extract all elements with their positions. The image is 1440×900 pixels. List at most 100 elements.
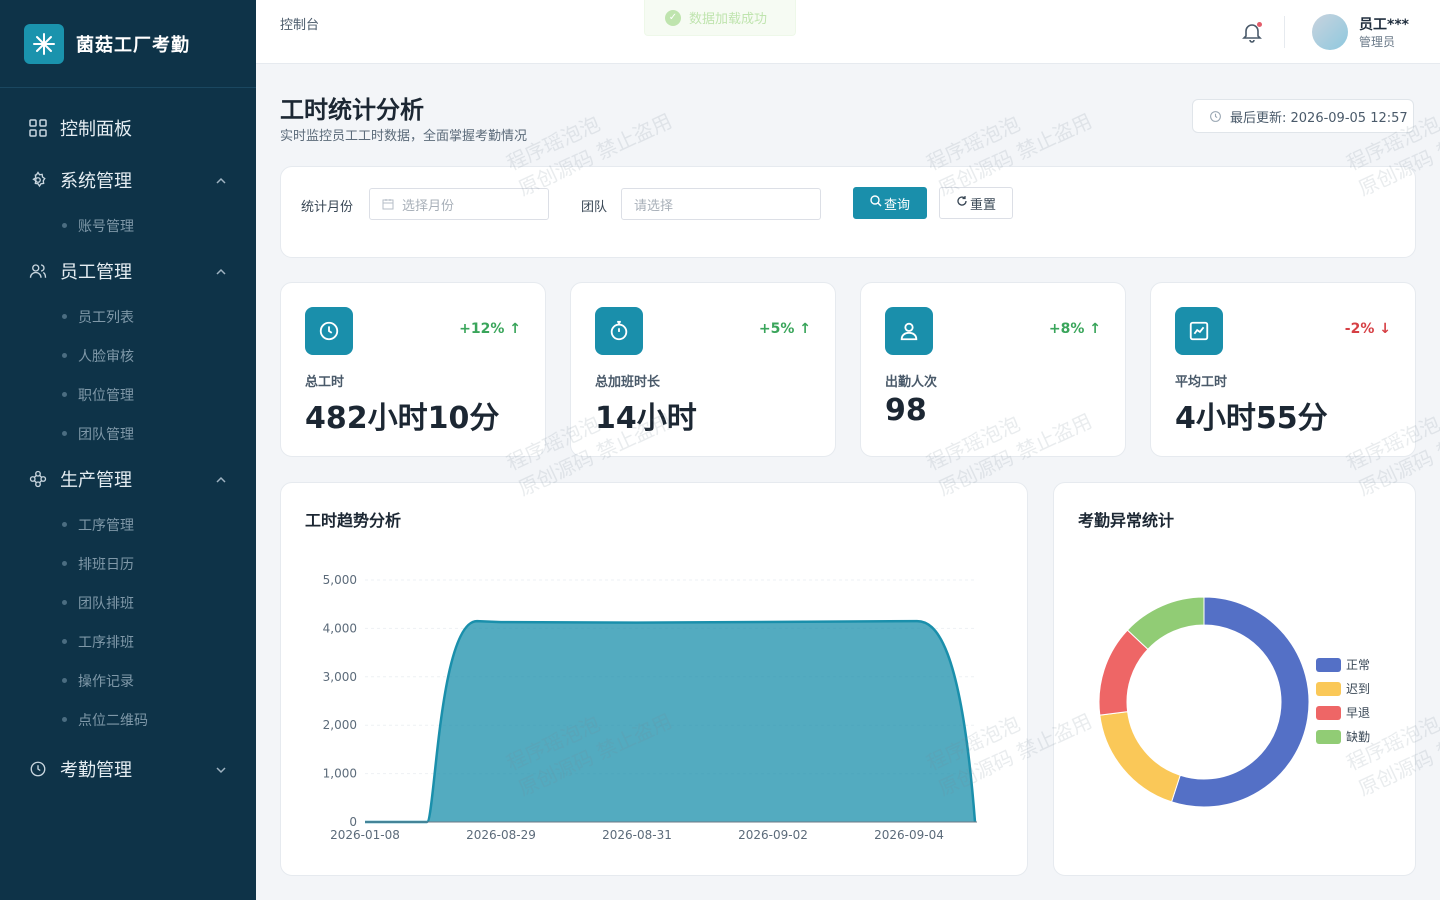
filter-panel: 统计月份 选择月份 团队 请选择 查询 重置 bbox=[280, 166, 1416, 258]
workflow-icon bbox=[28, 469, 48, 489]
sidebar-subitem-label: 工序排班 bbox=[78, 634, 134, 651]
bullet-icon bbox=[62, 600, 67, 605]
sidebar-subitem-accounts[interactable]: 账号管理 bbox=[0, 206, 256, 245]
brand-title: 菌菇工厂考勤 bbox=[76, 34, 190, 56]
sidebar-item-label: 考勤管理 bbox=[60, 760, 132, 781]
chevron-up-icon bbox=[214, 264, 228, 278]
stat-value: 14小时 bbox=[595, 401, 697, 436]
sidebar-subitem-schedule-calendar[interactable]: 排班日历 bbox=[0, 544, 256, 583]
snowflake-logo-icon bbox=[24, 23, 64, 64]
stat-trend-value: +12% bbox=[459, 321, 505, 337]
sidebar-subitem-label: 排班日历 bbox=[78, 556, 134, 573]
toast-message: 数据加载成功 bbox=[689, 12, 768, 27]
legend-label: 缺勤 bbox=[1346, 729, 1370, 744]
query-button[interactable]: 查询 bbox=[853, 187, 927, 219]
divider bbox=[1284, 16, 1285, 48]
sidebar-subitem-teams[interactable]: 团队管理 bbox=[0, 414, 256, 453]
person-icon bbox=[885, 307, 933, 355]
sidebar: 菌菇工厂考勤 控制面板 系统管理 账号管理 员工管理 员工列表 人脸审核 职位管… bbox=[0, 0, 256, 900]
refresh-icon bbox=[956, 195, 968, 211]
reset-button[interactable]: 重置 bbox=[939, 187, 1013, 219]
bullet-icon bbox=[62, 717, 67, 722]
sidebar-item-label: 系统管理 bbox=[60, 171, 132, 192]
sidebar-item-production[interactable]: 生产管理 bbox=[0, 453, 256, 505]
sidebar-subitem-process-schedule[interactable]: 工序排班 bbox=[0, 622, 256, 661]
y-tick-label: 4,000 bbox=[323, 621, 357, 635]
stopwatch-icon bbox=[595, 307, 643, 355]
x-tick-label: 2026-01-08 bbox=[330, 828, 400, 842]
stat-trend-value: +8% bbox=[1048, 321, 1085, 337]
pie-slice bbox=[1126, 596, 1205, 650]
sidebar-item-attendance[interactable]: 考勤管理 bbox=[0, 743, 256, 795]
clock-icon bbox=[28, 759, 48, 779]
query-button-label: 查询 bbox=[883, 197, 910, 213]
chevron-down-icon bbox=[214, 762, 228, 776]
stat-label: 总工时 bbox=[305, 375, 345, 390]
pie-slice bbox=[1099, 711, 1181, 803]
bullet-icon bbox=[62, 392, 67, 397]
chevron-up-icon bbox=[214, 472, 228, 486]
arrow-up-icon: ↑ bbox=[1089, 321, 1101, 337]
team-select[interactable]: 请选择 bbox=[621, 188, 821, 220]
sidebar-item-dashboard[interactable]: 控制面板 bbox=[0, 102, 256, 154]
y-tick-label: 5,000 bbox=[323, 573, 357, 587]
y-tick-label: 3,000 bbox=[323, 670, 357, 684]
breadcrumb[interactable]: 控制台 bbox=[280, 14, 319, 33]
month-picker[interactable]: 选择月份 bbox=[369, 188, 549, 220]
sidebar-subitem-employee-list[interactable]: 员工列表 bbox=[0, 297, 256, 336]
sidebar-subitem-label: 点位二维码 bbox=[78, 712, 148, 729]
arrow-up-icon: ↑ bbox=[509, 321, 521, 337]
legend-swatch bbox=[1316, 682, 1341, 696]
stat-card-average-hours: -2% ↓ 平均工时 4小时55分 bbox=[1150, 282, 1416, 457]
sidebar-subitem-label: 团队排班 bbox=[78, 595, 134, 612]
stat-trend-value: -2% bbox=[1344, 321, 1375, 337]
stat-label: 出勤人次 bbox=[885, 375, 938, 390]
bullet-icon bbox=[62, 353, 67, 358]
arrow-down-icon: ↓ bbox=[1379, 321, 1391, 337]
x-tick-label: 2026-09-02 bbox=[738, 828, 808, 842]
pie-slice bbox=[1170, 596, 1310, 808]
stat-card-total-hours: +12% ↑ 总工时 482小时10分 bbox=[280, 282, 546, 457]
month-label: 统计月份 bbox=[301, 200, 354, 215]
sidebar-subitem-processes[interactable]: 工序管理 bbox=[0, 505, 256, 544]
stat-value: 4小时55分 bbox=[1175, 401, 1328, 436]
sidebar-subitem-qrcode[interactable]: 点位二维码 bbox=[0, 700, 256, 739]
check-circle-icon: ✓ bbox=[665, 9, 681, 26]
notification-bell-icon[interactable] bbox=[1240, 20, 1264, 44]
stat-trend: +12% ↑ bbox=[459, 321, 521, 337]
legend-swatch bbox=[1316, 730, 1341, 744]
bullet-icon bbox=[62, 561, 67, 566]
sidebar-subitem-face-review[interactable]: 人脸审核 bbox=[0, 336, 256, 375]
bullet-icon bbox=[62, 639, 67, 644]
user-role: 管理员 bbox=[1359, 35, 1396, 49]
stat-trend: +5% ↑ bbox=[759, 321, 811, 337]
sidebar-menu: 控制面板 系统管理 账号管理 员工管理 员工列表 人脸审核 职位管理 团队管理 bbox=[0, 88, 256, 795]
work-hours-trend-panel: 工时趋势分析 5,000 4,000 3,000 2,000 1,000 0 2026-01… bbox=[280, 482, 1028, 876]
bullet-icon bbox=[62, 431, 67, 436]
sidebar-subitem-label: 职位管理 bbox=[78, 387, 134, 404]
success-toast: ✓ 数据加载成功 bbox=[644, 0, 796, 36]
avatar[interactable] bbox=[1312, 14, 1348, 50]
sidebar-subitem-team-schedule[interactable]: 团队排班 bbox=[0, 583, 256, 622]
sidebar-subitem-label: 团队管理 bbox=[78, 426, 134, 443]
clock-icon bbox=[1209, 110, 1222, 123]
trend-chart-icon bbox=[1175, 307, 1223, 355]
sidebar-item-employees[interactable]: 员工管理 bbox=[0, 245, 256, 297]
stat-card-overtime: +5% ↑ 总加班时长 14小时 bbox=[570, 282, 836, 457]
sidebar-subitem-operation-log[interactable]: 操作记录 bbox=[0, 661, 256, 700]
last-updated-text: 最后更新: 2026-09-05 12:57 bbox=[1230, 110, 1408, 126]
stat-trend: +8% ↑ bbox=[1049, 321, 1101, 337]
bullet-icon bbox=[62, 678, 67, 683]
sidebar-item-system[interactable]: 系统管理 bbox=[0, 154, 256, 206]
stat-value: 98 bbox=[885, 393, 927, 428]
sidebar-item-label: 控制面板 bbox=[60, 119, 132, 140]
page-title: 工时统计分析 bbox=[280, 96, 424, 124]
legend-label: 迟到 bbox=[1346, 682, 1370, 696]
bullet-icon bbox=[62, 223, 67, 228]
user-name[interactable]: 员工*** bbox=[1359, 14, 1409, 34]
legend-label: 早退 bbox=[1346, 706, 1370, 720]
x-tick-label: 2026-08-29 bbox=[466, 828, 536, 842]
notification-badge bbox=[1257, 22, 1262, 27]
stat-trend-value: +5% bbox=[758, 321, 795, 337]
sidebar-subitem-positions[interactable]: 职位管理 bbox=[0, 375, 256, 414]
